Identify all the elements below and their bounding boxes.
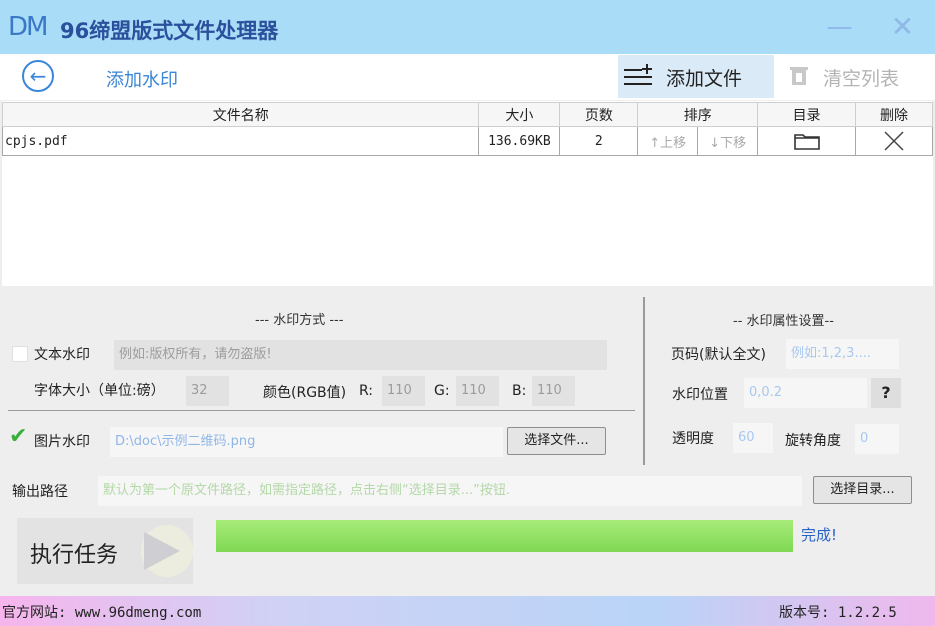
table-row[interactable]: cpjs.pdf 136.69KB 2 ↑上移 ↓下移 — [1, 126, 933, 156]
output-label: 输出路径 — [12, 484, 68, 500]
image-watermark-checkbox[interactable]: ✔ — [9, 424, 27, 449]
wm-props-title: -- 水印属性设置-- — [733, 314, 834, 329]
g-input[interactable]: 110 — [456, 376, 499, 406]
rotate-label: 旋转角度 — [785, 433, 841, 449]
rotate-input[interactable]: 0 — [855, 424, 899, 454]
file-table: 文件名称 大小 页数 排序 目录 删除 cpjs.pdf 136.69KB 2 … — [1, 102, 933, 156]
open-folder-button[interactable] — [757, 126, 857, 156]
b-input[interactable]: 110 — [532, 376, 575, 406]
col-header-folder: 目录 — [757, 102, 857, 127]
website-text: 官方网站: www.96dmeng.com — [2, 605, 202, 621]
output-path-input[interactable]: 默认为第一个原文件路径，如需指定路径，点击右侧“选择目录...”按钮. — [98, 476, 802, 506]
clear-list-button[interactable]: 清空列表 — [823, 64, 899, 91]
file-size-cell: 136.69KB — [478, 126, 561, 156]
page-title: 添加水印 — [106, 70, 178, 91]
r-input[interactable]: 110 — [382, 376, 425, 406]
add-file-label: 添加文件 — [666, 68, 743, 90]
move-down-button[interactable]: ↓下移 — [697, 126, 759, 156]
file-name-cell: cpjs.pdf — [1, 126, 480, 156]
g-label: G: — [434, 383, 450, 399]
checkmark-icon: ✔ — [9, 424, 28, 449]
col-header-size: 大小 — [478, 102, 561, 127]
file-pages-cell: 2 — [559, 126, 639, 156]
close-icon — [884, 131, 904, 151]
progress-status: 完成! — [801, 526, 838, 544]
col-header-delete: 删除 — [855, 102, 933, 127]
app-title: 96缔盟版式文件处理器 — [60, 19, 279, 43]
col-header-order: 排序 — [637, 102, 759, 127]
opacity-label: 透明度 — [672, 431, 714, 447]
move-up-button[interactable]: ↑上移 — [637, 126, 699, 156]
position-label: 水印位置 — [672, 387, 728, 403]
text-watermark-label: 文本水印 — [34, 347, 90, 363]
font-size-input[interactable]: 32 — [186, 376, 229, 406]
list-add-icon — [624, 64, 652, 85]
text-watermark-checkbox[interactable] — [12, 346, 28, 362]
arrow-left-icon: ← — [29, 64, 47, 88]
image-watermark-label: 图片水印 — [34, 434, 90, 450]
b-label: B: — [512, 383, 527, 399]
color-label: 颜色(RGB值) — [263, 385, 347, 401]
trash-icon — [790, 67, 808, 85]
col-header-filename: 文件名称 — [1, 102, 480, 127]
opacity-input[interactable]: 60 — [733, 423, 773, 453]
table-header: 文件名称 大小 页数 排序 目录 删除 — [1, 102, 933, 127]
col-header-pages: 页数 — [559, 102, 639, 127]
section-divider — [8, 410, 635, 411]
wm-mode-title: --- 水印方式 --- — [255, 313, 344, 328]
position-input[interactable]: 0,0.2 — [744, 378, 867, 408]
r-label: R: — [359, 383, 374, 399]
image-path-input[interactable]: D:\doc\示例二维码.png — [110, 427, 503, 457]
progress-bar — [216, 520, 793, 552]
page-label: 页码(默认全文) — [671, 347, 766, 363]
app-logo: DM — [8, 12, 48, 42]
close-button[interactable]: ✕ — [875, 0, 930, 54]
delete-button[interactable] — [855, 126, 933, 156]
folder-icon — [793, 134, 820, 150]
page-input[interactable]: 例如:1,2,3.... — [786, 339, 899, 369]
minimize-button[interactable]: — — [817, 0, 862, 54]
vertical-divider — [643, 297, 645, 465]
play-icon — [141, 525, 193, 577]
version-text: 版本号: 1.2.2.5 — [779, 605, 897, 621]
choose-file-button[interactable]: 选择文件... — [507, 427, 606, 455]
font-size-label: 字体大小（单位:磅） — [34, 383, 165, 399]
back-button[interactable]: ← — [22, 60, 54, 92]
text-watermark-input[interactable]: 例如:版权所有，请勿盗版! — [114, 340, 607, 370]
help-button[interactable]: ? — [871, 378, 901, 408]
run-task-label: 执行任务 — [30, 543, 119, 568]
choose-dir-button[interactable]: 选择目录... — [813, 476, 912, 504]
